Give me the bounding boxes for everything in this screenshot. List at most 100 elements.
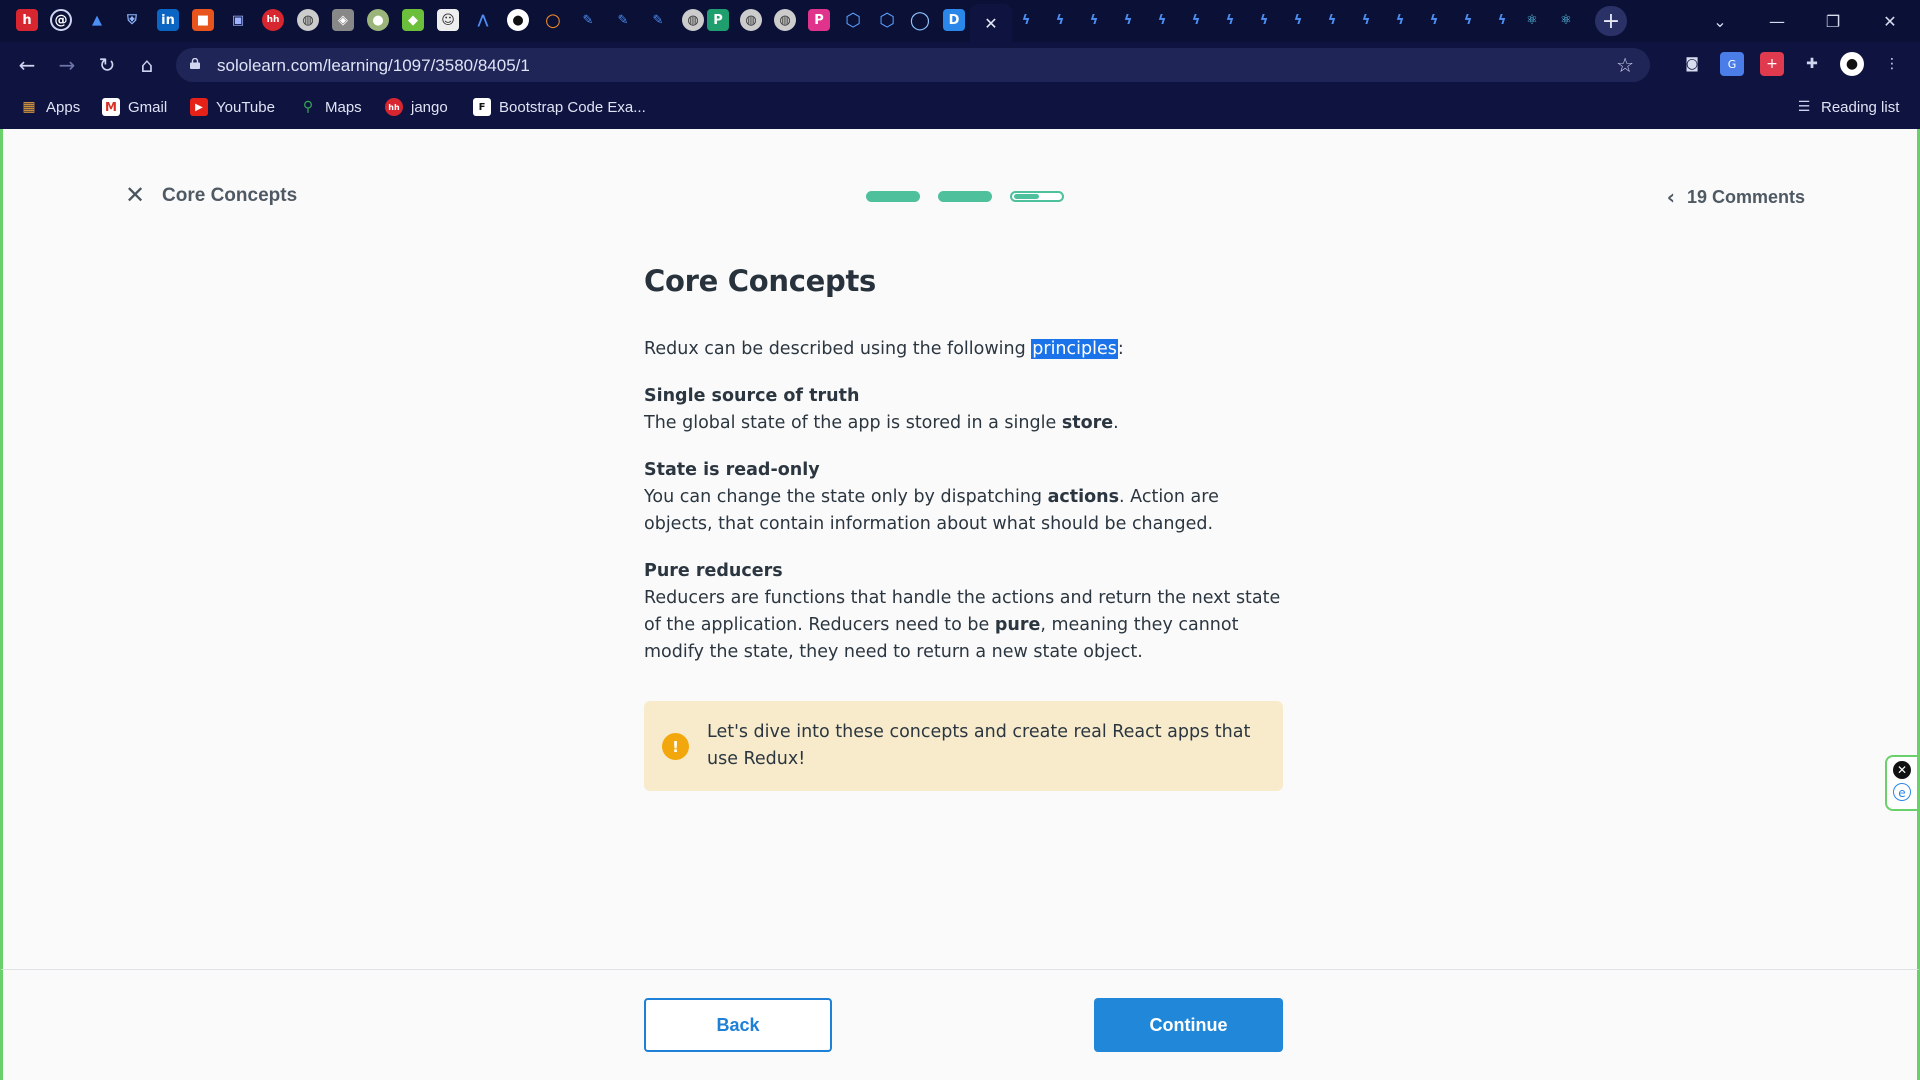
tab-globe-icon[interactable]: ◍ xyxy=(297,9,319,31)
screenshot-extension-icon[interactable]: ◙ xyxy=(1680,52,1704,76)
tab-bolt-icon[interactable]: ϟ xyxy=(1049,9,1071,31)
tab-bolt-icon[interactable]: ϟ xyxy=(1117,9,1139,31)
url-text[interactable]: sololearn.com/learning/1097/3580/8405/1 xyxy=(217,56,530,76)
tab-hex-icon[interactable]: ⬡ xyxy=(842,9,864,31)
selected-text: principles xyxy=(1031,339,1118,359)
tab-arrow-icon[interactable]: ⋀ xyxy=(472,9,494,31)
principle-read-only: State is read-only You can change the st… xyxy=(644,457,1284,538)
restore-icon[interactable]: ❐ xyxy=(1813,6,1853,36)
note-text: Let's dive into these concepts and creat… xyxy=(707,722,1251,769)
tab-p-green-icon[interactable]: P xyxy=(707,9,729,31)
extensions-puzzle-icon[interactable]: ✚ xyxy=(1800,52,1824,76)
tab-bolt-icon[interactable]: ϟ xyxy=(1491,9,1513,31)
bookmark-gmail[interactable]: M Gmail xyxy=(102,96,167,118)
reload-icon[interactable]: ↻ xyxy=(92,50,122,80)
minimize-icon[interactable]: — xyxy=(1757,6,1797,36)
tab-office-icon[interactable]: ■ xyxy=(192,9,214,31)
tab-bolt-icon[interactable]: ϟ xyxy=(1015,9,1037,31)
new-tab-button[interactable]: + xyxy=(1595,6,1627,36)
tab-react-icon[interactable]: ⚛ xyxy=(1555,9,1577,31)
bookmark-youtube[interactable]: ▶ YouTube xyxy=(190,96,275,118)
close-window-icon[interactable]: ✕ xyxy=(1870,6,1910,36)
tab-bolt-icon[interactable]: ϟ xyxy=(1219,9,1241,31)
tab-grey-icon[interactable]: ◈ xyxy=(332,9,354,31)
tab-react-icon[interactable]: ⚛ xyxy=(1521,9,1543,31)
principle-heading: Single source of truth xyxy=(644,386,860,406)
tab-ball-icon[interactable]: ● xyxy=(367,9,389,31)
tab-shield-icon[interactable]: ⛨ xyxy=(121,9,143,31)
forward-arrow-icon[interactable]: → xyxy=(52,50,82,80)
tab-bolt-icon[interactable]: ϟ xyxy=(1185,9,1207,31)
tab-bolt-icon[interactable]: ϟ xyxy=(1389,9,1411,31)
tab-globe-icon[interactable]: ◍ xyxy=(740,9,762,31)
chevron-left-icon: ‹ xyxy=(1666,185,1675,209)
menu-kebab-icon[interactable]: ⋮ xyxy=(1880,52,1904,76)
lesson-page: ✕ Core Concepts ‹ 19 Comments Core Conce… xyxy=(0,129,1920,1080)
tab-globe-icon[interactable]: ◍ xyxy=(774,9,796,31)
bookmark-jango[interactable]: hh jango xyxy=(385,96,448,118)
tab-hh-icon[interactable]: h xyxy=(16,9,38,31)
bookmark-maps[interactable]: ⚲ Maps xyxy=(299,96,362,118)
tab-ring-icon[interactable]: ○ xyxy=(542,9,564,31)
tab-atlassian-icon[interactable]: ▲ xyxy=(86,9,108,31)
address-bar[interactable]: sololearn.com/learning/1097/3580/8405/1 … xyxy=(176,48,1650,82)
tab-bolt-icon[interactable]: ϟ xyxy=(1355,9,1377,31)
principle-single-source: Single source of truth The global state … xyxy=(644,383,1284,437)
tab-pen-icon[interactable]: ✎ xyxy=(612,9,634,31)
warning-icon: ! xyxy=(662,733,689,760)
tab-at-icon[interactable]: @ xyxy=(50,9,72,31)
principle-heading: Pure reducers xyxy=(644,561,783,581)
tab-bolt-icon[interactable]: ϟ xyxy=(1253,9,1275,31)
tab-p-pink-icon[interactable]: P xyxy=(808,9,830,31)
comments-count: 19 Comments xyxy=(1686,186,1805,207)
tab-cube-icon[interactable]: ◆ xyxy=(402,9,424,31)
apps-grid-icon: ▦ xyxy=(22,99,36,115)
home-icon[interactable]: ⌂ xyxy=(132,50,162,80)
side-extension-widget[interactable]: ✕ e xyxy=(1885,755,1917,811)
tab-bolt-icon[interactable]: ϟ xyxy=(1151,9,1173,31)
tab-ring-blue-icon[interactable]: ◯ xyxy=(909,9,931,31)
tab-face-icon[interactable]: ☺ xyxy=(437,9,459,31)
info-note: ! Let's dive into these concepts and cre… xyxy=(644,701,1283,791)
active-tab-close-button[interactable]: ✕ xyxy=(970,4,1012,42)
back-arrow-icon[interactable]: ← xyxy=(12,50,42,80)
continue-button[interactable]: Continue xyxy=(1094,998,1283,1052)
tab-pen-icon[interactable]: ✎ xyxy=(647,9,669,31)
navigation-bar: ← → ↻ ⌂ sololearn.com/learning/1097/3580… xyxy=(0,46,1920,84)
back-button[interactable]: Back xyxy=(644,998,832,1052)
bookmark-star-icon[interactable]: ☆ xyxy=(1616,53,1634,77)
tab-pen-icon[interactable]: ✎ xyxy=(577,9,599,31)
tab-bolt-icon[interactable]: ϟ xyxy=(1423,9,1445,31)
tab-globe-icon[interactable]: ◍ xyxy=(682,9,704,31)
reading-list-button[interactable]: ☰ Reading list xyxy=(1795,96,1900,118)
browser-chrome: h @ ▲ ⛨ in ■ ▣ hh ◍ ◈ ● ◆ ☺ ⋀ ● ○ ✎ ✎ ✎ … xyxy=(0,0,1920,129)
comments-button[interactable]: ‹ 19 Comments xyxy=(1667,185,1805,209)
progress-segment xyxy=(1010,191,1064,202)
close-circle-icon[interactable]: ✕ xyxy=(1893,761,1911,779)
tab-bolt-icon[interactable]: ϟ xyxy=(1287,9,1309,31)
translate-extension-icon[interactable]: G xyxy=(1720,52,1744,76)
tab-d-icon[interactable]: D xyxy=(943,9,965,31)
tab-hex-icon[interactable]: ⬡ xyxy=(876,9,898,31)
bookmark-bootstrap[interactable]: F Bootstrap Code Exa... xyxy=(473,96,646,118)
intro-paragraph: Redux can be described using the followi… xyxy=(644,339,1124,359)
tab-github-icon[interactable]: ● xyxy=(507,9,529,31)
red-extension-icon[interactable]: + xyxy=(1760,52,1784,76)
tab-strip: h @ ▲ ⛨ in ■ ▣ hh ◍ ◈ ● ◆ ☺ ⋀ ● ○ ✎ ✎ ✎ … xyxy=(0,0,1920,42)
tab-search-icon[interactable]: ⌄ xyxy=(1700,6,1740,36)
close-lesson-icon[interactable]: ✕ xyxy=(125,181,145,209)
tab-bolt-icon[interactable]: ϟ xyxy=(1321,9,1343,31)
tab-bolt-icon[interactable]: ϟ xyxy=(1457,9,1479,31)
profile-avatar[interactable]: ● xyxy=(1840,52,1864,76)
lesson-title: Core Concepts xyxy=(644,264,876,298)
lock-icon xyxy=(190,58,200,69)
gmail-icon: M xyxy=(102,98,120,116)
bookmarks-bar: ▦ Apps M Gmail ▶ YouTube ⚲ Maps hh jango… xyxy=(0,92,1920,120)
tab-bolt-icon[interactable]: ϟ xyxy=(1083,9,1105,31)
bookmark-apps[interactable]: ▦ Apps xyxy=(20,96,80,118)
lesson-progress xyxy=(866,191,1064,202)
e-extension-icon[interactable]: e xyxy=(1893,783,1911,801)
tab-linkedin-icon[interactable]: in xyxy=(157,9,179,31)
tab-monitor-icon[interactable]: ▣ xyxy=(227,9,249,31)
tab-hh-red-icon[interactable]: hh xyxy=(262,9,284,31)
